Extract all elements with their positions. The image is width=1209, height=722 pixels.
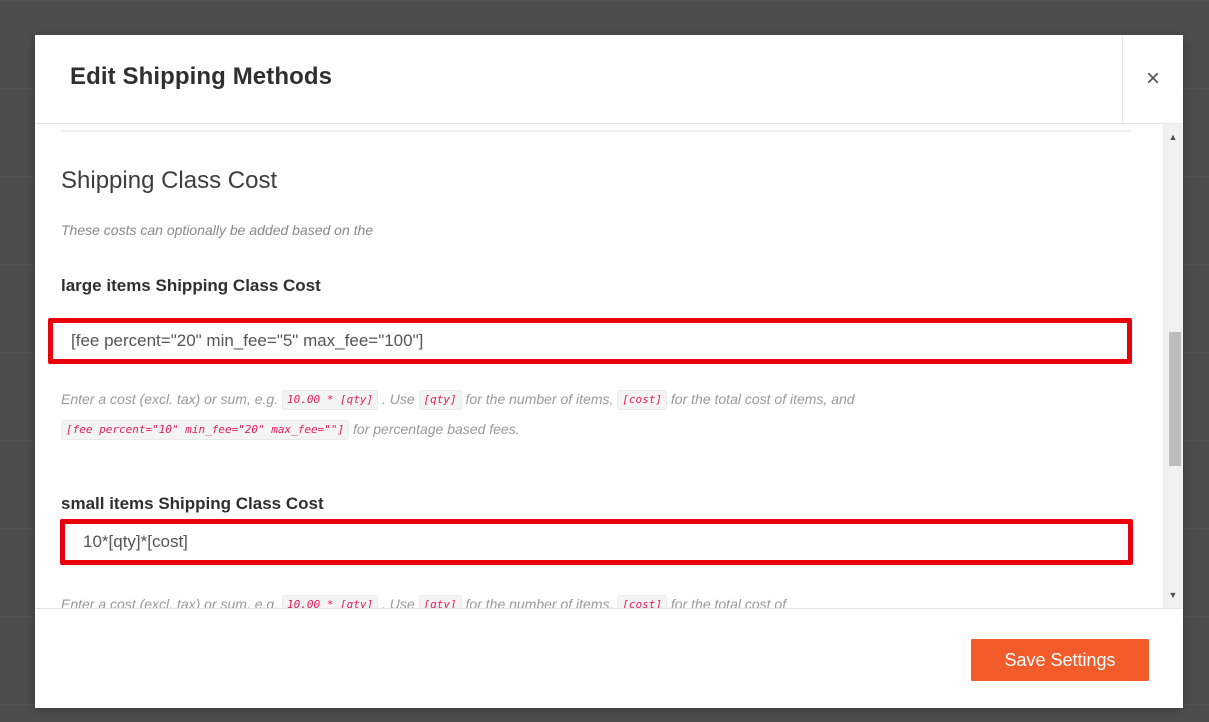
code-snippet: [cost] <box>617 595 668 608</box>
section-description: These costs can optionally be added base… <box>61 222 374 238</box>
modal-header: Edit Shipping Methods × <box>35 35 1183 124</box>
code-snippet: [qty] <box>418 390 462 411</box>
close-icon[interactable]: × <box>1146 65 1160 93</box>
code-snippet: [cost] <box>617 390 668 411</box>
help-text-segment: Enter a cost (excl. tax) or sum, e.g. <box>61 596 279 608</box>
help-text-segment: for the number of items, <box>465 596 614 608</box>
code-snippet: 10.00 * [qty] <box>281 595 379 608</box>
help-text-segment: for the number of items, <box>465 391 614 407</box>
large-items-help-text: Enter a cost (excl. tax) or sum, e.g. 10… <box>61 384 1131 444</box>
code-snippet: 10.00 * [qty] <box>281 390 379 411</box>
modal-body-content: Shipping Class Cost These costs can opti… <box>35 124 1163 608</box>
code-snippet: [qty] <box>418 595 462 608</box>
help-text-segment: for the total cost of items, and <box>670 391 855 407</box>
small-items-cost-label: small items Shipping Class Cost <box>61 494 324 513</box>
help-text-segment: . Use <box>381 391 415 407</box>
save-settings-button[interactable]: Save Settings <box>971 639 1149 681</box>
modal-title: Edit Shipping Methods <box>70 63 333 90</box>
top-divider <box>61 130 1131 132</box>
help-text-segment: for the total cost of <box>670 596 787 608</box>
scroll-up-arrow-icon[interactable]: ▲ <box>1163 128 1183 146</box>
code-snippet: [fee percent="10" min_fee="20" max_fee="… <box>61 420 350 441</box>
close-button[interactable]: × <box>1122 35 1183 123</box>
modal-footer: Save Settings <box>35 608 1183 708</box>
help-text-segment: . Use <box>381 596 415 608</box>
section-title: Shipping Class Cost <box>61 167 278 194</box>
modal-scrollbar[interactable]: ▲ ▼ <box>1163 124 1183 608</box>
small-items-help-text: Enter a cost (excl. tax) or sum, e.g. 10… <box>61 589 1131 608</box>
large-items-cost-input[interactable] <box>48 318 1132 364</box>
small-items-cost-input[interactable] <box>60 519 1133 565</box>
modal-body: Shipping Class Cost These costs can opti… <box>35 124 1183 608</box>
scrollbar-thumb[interactable] <box>1169 332 1181 466</box>
edit-shipping-methods-modal: Edit Shipping Methods × Shipping Class C… <box>35 35 1183 708</box>
large-items-cost-label: large items Shipping Class Cost <box>61 276 321 295</box>
help-text-segment: Enter a cost (excl. tax) or sum, e.g. <box>61 391 279 407</box>
help-text-segment: for percentage based fees. <box>353 421 520 437</box>
scroll-down-arrow-icon[interactable]: ▼ <box>1163 586 1183 604</box>
